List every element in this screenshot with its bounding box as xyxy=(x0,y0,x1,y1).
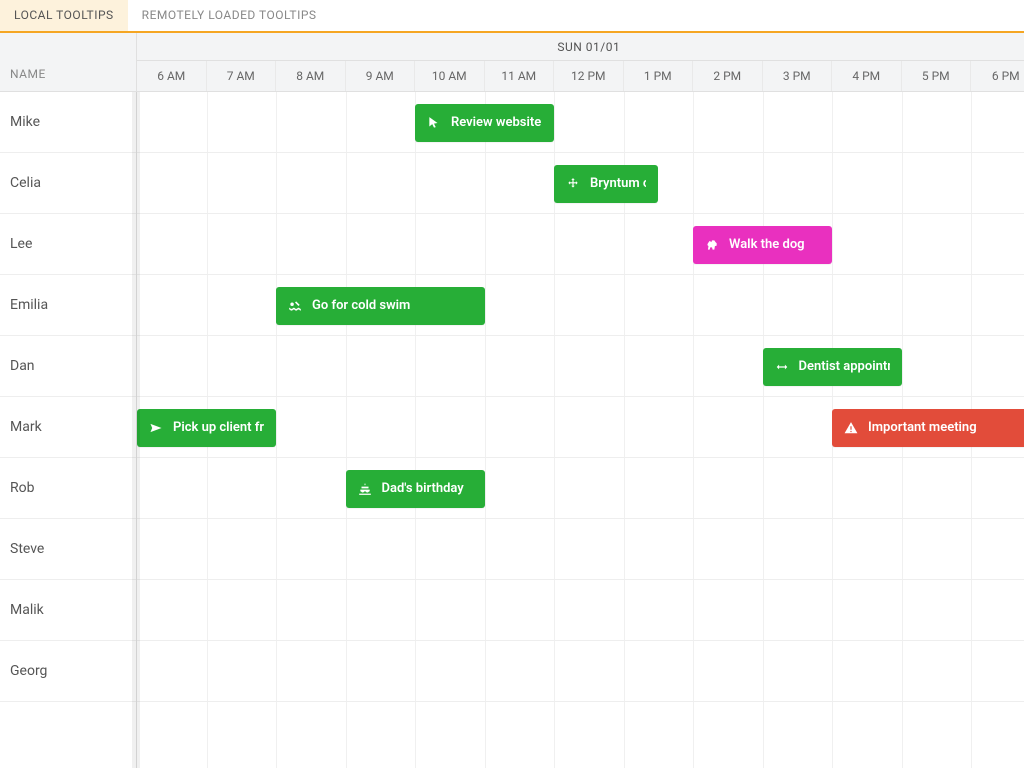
resource-row-name[interactable]: Dan xyxy=(0,336,136,397)
event-label: Review website xyxy=(451,115,541,130)
timeline-row[interactable] xyxy=(137,641,1024,702)
hour-header-cell[interactable]: 5 PM xyxy=(902,61,972,91)
timeline-row[interactable] xyxy=(137,580,1024,641)
cake-icon xyxy=(358,482,372,496)
column-splitter[interactable] xyxy=(132,92,140,768)
resource-row-name[interactable]: Steve xyxy=(0,519,136,580)
tab-local-tooltips[interactable]: LOCAL TOOLTIPS xyxy=(0,0,128,31)
hour-header-cell[interactable]: 3 PM xyxy=(763,61,833,91)
event-label: Go for cold swim xyxy=(312,298,410,313)
hour-header-cell[interactable]: 11 AM xyxy=(485,61,555,91)
event-label: Important meeting xyxy=(868,420,977,435)
hour-header-cell[interactable]: 1 PM xyxy=(624,61,694,91)
event-label: Dentist appointment xyxy=(799,359,890,374)
scheduler-body: MikeCeliaLeeEmiliaDanMarkRobSteveMalikGe… xyxy=(0,92,1024,768)
resource-row-name[interactable]: Mark xyxy=(0,397,136,458)
resource-row-name[interactable]: Emilia xyxy=(0,275,136,336)
time-axis-header: SUN 01/01 6 AM7 AM8 AM9 AM10 AM11 AM12 P… xyxy=(137,33,1024,91)
timeline-row[interactable] xyxy=(137,92,1024,153)
timeline-row[interactable] xyxy=(137,214,1024,275)
schedule-event[interactable]: Dentist appointment xyxy=(763,348,902,386)
resource-row-name[interactable]: Rob xyxy=(0,458,136,519)
event-label: Dad's birthday xyxy=(382,481,464,496)
resource-row-name[interactable]: Lee xyxy=(0,214,136,275)
name-column-header[interactable]: NAME xyxy=(0,33,137,91)
hours-header-row: 6 AM7 AM8 AM9 AM10 AM11 AM12 PM1 PM2 PM3… xyxy=(137,61,1024,91)
warning-icon xyxy=(844,421,858,435)
scheduler: NAME SUN 01/01 6 AM7 AM8 AM9 AM10 AM11 A… xyxy=(0,33,1024,768)
schedule-event[interactable]: Pick up client from airport xyxy=(137,409,276,447)
date-header[interactable]: SUN 01/01 xyxy=(137,33,1024,61)
resource-name-column: MikeCeliaLeeEmiliaDanMarkRobSteveMalikGe… xyxy=(0,92,137,768)
hour-header-cell[interactable]: 9 AM xyxy=(346,61,416,91)
resource-row-name[interactable]: Mike xyxy=(0,92,136,153)
hour-header-cell[interactable]: 10 AM xyxy=(415,61,485,91)
schedule-event[interactable]: Bryntum onboarding xyxy=(554,165,658,203)
schedule-event[interactable]: Go for cold swim xyxy=(276,287,485,325)
hour-header-cell[interactable]: 8 AM xyxy=(276,61,346,91)
hour-header-cell[interactable]: 4 PM xyxy=(832,61,902,91)
plane-icon xyxy=(149,421,163,435)
hour-header-cell[interactable]: 12 PM xyxy=(554,61,624,91)
timeline-row[interactable] xyxy=(137,519,1024,580)
resource-row-name[interactable]: Celia xyxy=(0,153,136,214)
move-icon xyxy=(566,177,580,191)
schedule-event[interactable]: Important meeting xyxy=(832,409,1024,447)
timeline-row[interactable] xyxy=(137,275,1024,336)
dog-icon xyxy=(705,238,719,252)
hour-header-cell[interactable]: 7 AM xyxy=(207,61,277,91)
hour-header-cell[interactable]: 6 PM xyxy=(971,61,1024,91)
resource-row-name[interactable]: Malik xyxy=(0,580,136,641)
tab-bar: LOCAL TOOLTIPS REMOTELY LOADED TOOLTIPS xyxy=(0,0,1024,33)
timeline-grid[interactable]: Review website Bryntum onboarding Walk the… xyxy=(137,92,1024,768)
hour-header-cell[interactable]: 6 AM xyxy=(137,61,207,91)
scheduler-header: NAME SUN 01/01 6 AM7 AM8 AM9 AM10 AM11 A… xyxy=(0,33,1024,92)
resource-row-name[interactable]: Georg xyxy=(0,641,136,702)
schedule-event[interactable]: Review website xyxy=(415,104,554,142)
hour-header-cell[interactable]: 2 PM xyxy=(693,61,763,91)
schedule-event[interactable]: Dad's birthday xyxy=(346,470,485,508)
event-label: Pick up client from airport xyxy=(173,420,264,435)
event-label: Walk the dog xyxy=(729,237,805,252)
tab-remote-tooltips[interactable]: REMOTELY LOADED TOOLTIPS xyxy=(128,0,331,31)
timeline-row[interactable] xyxy=(137,458,1024,519)
schedule-event[interactable]: Walk the dog xyxy=(693,226,832,264)
hresize-icon xyxy=(775,360,789,374)
event-label: Bryntum onboarding xyxy=(590,176,646,191)
swim-icon xyxy=(288,299,302,313)
cursor-icon xyxy=(427,116,441,130)
